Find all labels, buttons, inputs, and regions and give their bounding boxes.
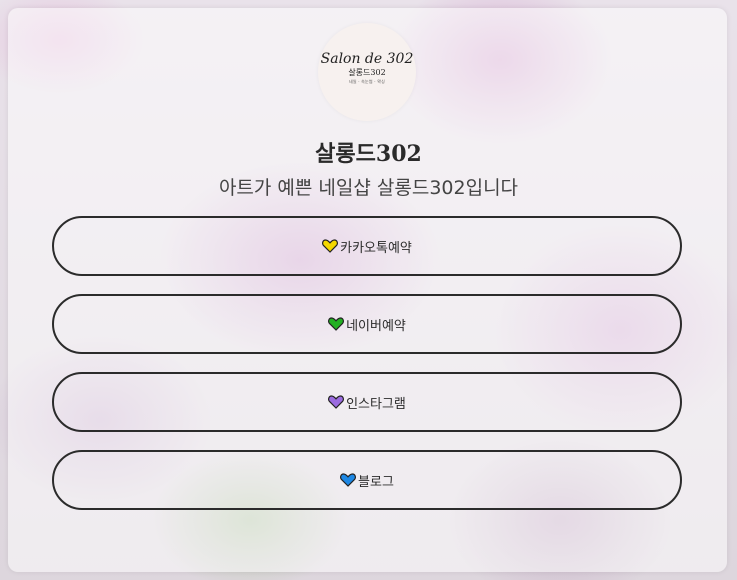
blue-heart-icon: [340, 473, 357, 487]
blog-label: 블로그: [358, 474, 394, 490]
logo-caption: 네일 · 속눈썹 · 왁싱: [349, 79, 385, 84]
page-subtitle: 아트가 예쁜 네일샵 살롱드302입니다: [218, 177, 519, 199]
blog-button[interactable]: 블로그: [52, 450, 682, 510]
naver-reservation-label: 네이버예약: [346, 318, 406, 334]
purple-heart-icon: [328, 395, 345, 409]
kakaotalk-reservation-button[interactable]: 카카오톡예약: [52, 216, 682, 276]
instagram-label: 인스타그램: [346, 396, 406, 412]
instagram-button[interactable]: 인스타그램: [52, 372, 682, 432]
logo-subtext: 살롱드302: [348, 68, 386, 77]
logo-text: Salon de 302: [320, 51, 414, 67]
page-title: 살롱드302: [315, 141, 422, 167]
green-heart-icon: [328, 317, 345, 331]
naver-reservation-button[interactable]: 네이버예약: [52, 294, 682, 354]
yellow-heart-icon: [322, 239, 339, 253]
kakaotalk-reservation-label: 카카오톡예약: [340, 240, 412, 256]
profile-avatar: Salon de 302 살롱드302 네일 · 속눈썹 · 왁싱: [318, 23, 416, 121]
